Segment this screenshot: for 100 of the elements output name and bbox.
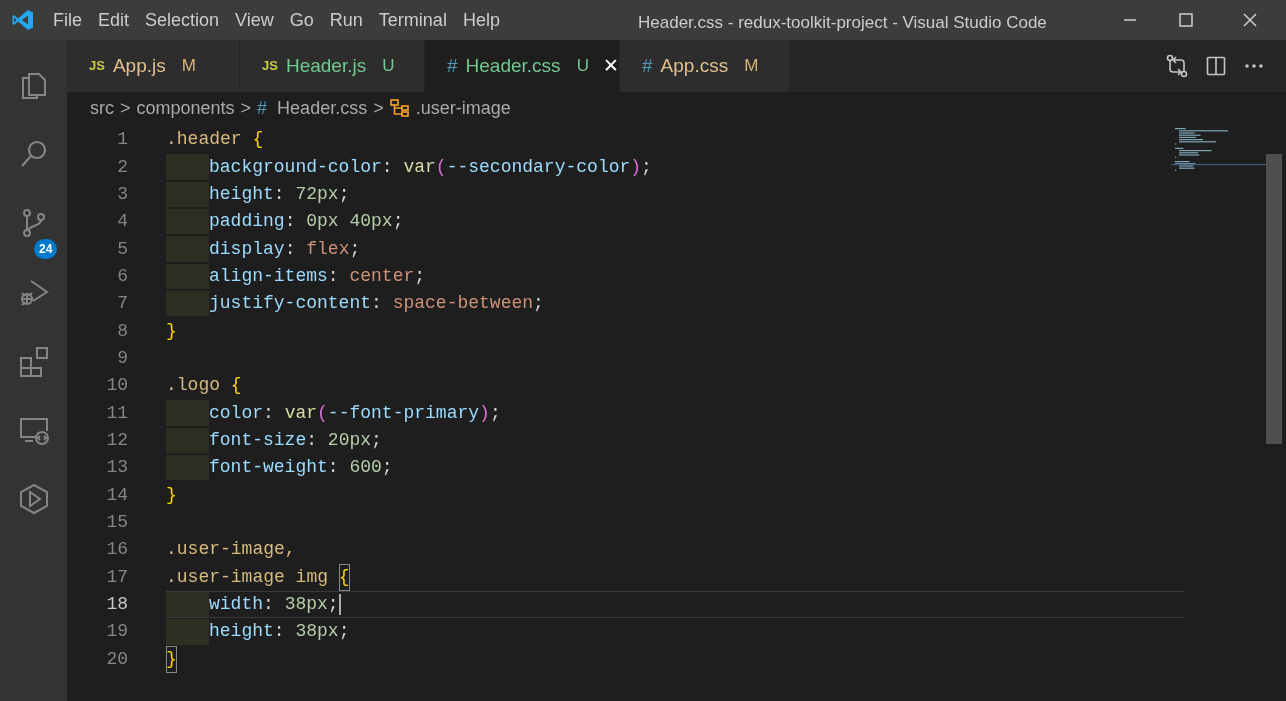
window-title: Header.css - redux-toolkit-project - Visual Studio Code [638,12,1047,34]
line-number: 14 [105,483,128,507]
brace: { [338,563,350,591]
line-number: 17 [105,565,128,589]
line-number: 15 [105,511,128,534]
css-property: padding [209,210,285,234]
menu-item[interactable]: View [227,6,282,34]
breadcrumb-separator: > [120,96,131,120]
css-selector: .logo [166,374,221,398]
scrollbar-thumb[interactable] [1266,154,1282,444]
line-number: 18 [105,593,128,616]
line-number: 1 [116,128,128,152]
file-status: M [181,55,196,78]
editor-tab[interactable]: JS Header.js U [240,40,425,92]
line-number: 7 [116,292,128,316]
tab-label: Header.css [465,53,561,78]
line-number: 2 [116,155,128,179]
menu-item[interactable]: Go [281,6,322,34]
css-selector: .user-image img [166,565,330,589]
punctuation: ; [381,456,393,480]
punctuation: ; [338,620,350,644]
css-function: var [403,155,436,179]
file-status: U [382,55,395,78]
breadcrumb-separator: > [240,96,252,120]
maximize-icon[interactable] [1178,12,1194,28]
compare-changes-icon[interactable] [1166,54,1188,78]
css-variable: --secondary-color [446,155,631,179]
punctuation: : [306,428,319,452]
text-cursor [338,594,341,615]
punctuation: : [273,620,286,644]
editor-tab[interactable]: JS App.js M [67,40,240,92]
tab-label: Header.js [285,53,367,78]
css-variable: --font-primary [327,401,480,425]
css-value: 38px [295,620,339,644]
css-function: var [284,401,318,425]
breadcrumb-item[interactable]: components [136,94,235,122]
brace: { [230,374,242,398]
css-value: space-between [392,292,534,316]
punctuation: : [327,456,340,480]
tab-label: App.css [660,53,729,78]
symbol-class-icon [389,99,410,117]
css-property: font-size [209,428,307,452]
brace: { [252,128,264,152]
css-value: 0px 40px [306,210,393,234]
line-number: 6 [116,264,128,288]
line-number: 13 [105,456,128,480]
css-property: font-weight [209,456,328,480]
css-property: background-color [209,155,382,179]
punctuation: ; [392,210,404,234]
indent-guide [166,619,209,645]
menu-item[interactable]: Terminal [370,6,455,34]
js-file-icon: JS [89,56,105,76]
line-number: 4 [116,210,128,234]
breadcrumb-separator: > [373,96,384,120]
editor-tab[interactable]: # App.css M [620,40,790,92]
css-value: flex [306,237,350,261]
punctuation: : [381,155,394,179]
close-tab-button[interactable]: ✕ [602,51,619,81]
css-property: color [209,401,263,425]
css-property: height [209,182,274,206]
line-number: 11 [105,401,128,425]
menu-item[interactable]: Edit [90,6,138,34]
css-selector: .user-image, [166,538,296,562]
css-value: 38px [284,593,328,616]
line-number: 12 [105,428,128,452]
file-status: M [744,55,759,78]
css-property: align-items [209,264,328,288]
more-actions-icon[interactable] [1244,63,1264,69]
css-value: 72px [295,182,339,206]
css-file-icon: # [447,51,458,81]
menu-item[interactable]: Help [454,6,508,34]
line-number: 20 [105,647,128,671]
punctuation: ; [533,292,544,316]
punctuation: ; [489,401,501,425]
punctuation: ; [349,237,361,261]
split-editor-icon[interactable] [1206,56,1226,76]
punctuation: ; [327,593,339,616]
menu-item[interactable]: Run [321,6,371,34]
punctuation: : [263,593,275,616]
breadcrumb-item[interactable]: src [90,94,114,122]
menu-item[interactable]: File [45,6,90,34]
close-icon[interactable] [1242,12,1258,28]
punctuation: : [284,237,297,261]
punctuation: : [273,182,286,206]
parenthesis: ) [479,401,490,425]
punctuation: ; [371,428,382,452]
punctuation: : [263,401,275,425]
editor-tab[interactable]: # Header.css U ✕ [425,40,620,92]
breadcrumb-item[interactable]: .user-image [415,94,511,122]
menu-item[interactable]: Selection [137,6,228,34]
notification-badge: 24 [34,239,58,259]
line-number: 9 [116,346,128,370]
brace: } [166,645,177,673]
parenthesis: ) [630,155,642,179]
line-number: 5 [116,237,128,261]
breadcrumb-item[interactable]: Header.css [277,94,368,122]
punctuation: ; [414,264,426,288]
css-value: 20px [327,428,372,452]
indent-guide [166,591,209,618]
tab-label: App.js [112,53,166,78]
